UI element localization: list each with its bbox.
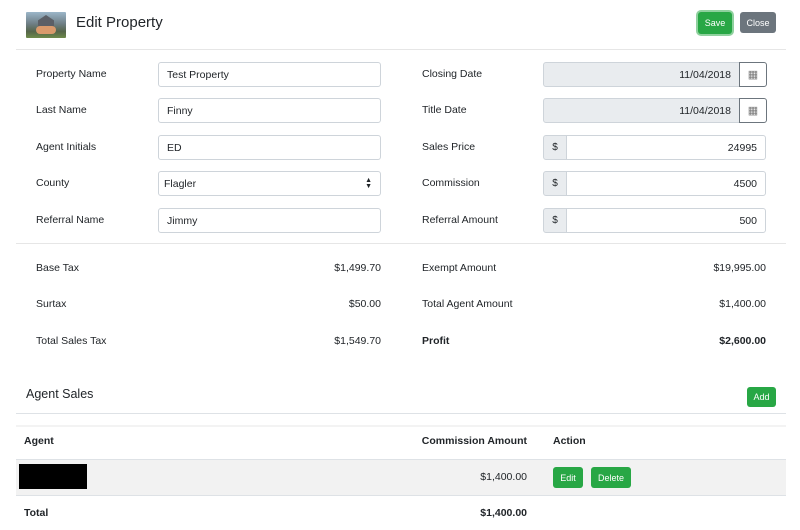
agent-initials-input[interactable]: ED: [158, 135, 381, 160]
total-agent-amount-label: Total Agent Amount: [422, 298, 512, 310]
total-label: Total: [24, 507, 48, 519]
referral-amount-input[interactable]: 500: [566, 208, 766, 233]
total-sales-tax-label: Total Sales Tax: [36, 335, 106, 347]
commission-input[interactable]: 4500: [566, 171, 766, 196]
referral-name-input[interactable]: Jimmy: [158, 208, 381, 233]
total-agent-amount-value: $1,400.00: [719, 298, 766, 310]
edit-button[interactable]: Edit: [553, 467, 583, 488]
property-name-label: Property Name: [36, 68, 107, 80]
county-label: County: [36, 177, 69, 189]
base-tax-label: Base Tax: [36, 262, 79, 274]
profit-value: $2,600.00: [719, 335, 766, 347]
total-value: $1,400.00: [480, 507, 527, 519]
surtax-label: Surtax: [36, 298, 66, 310]
dollar-prefix: $: [543, 208, 567, 233]
calendar-icon[interactable]: ▦: [739, 98, 767, 123]
page-title: Edit Property: [76, 14, 163, 31]
exempt-amount-label: Exempt Amount: [422, 262, 496, 274]
exempt-amount-value: $19,995.00: [713, 262, 766, 274]
county-select[interactable]: Flagler ▲▼: [158, 171, 381, 196]
profit-label: Profit: [422, 335, 449, 347]
divider: [16, 413, 786, 414]
total-sales-tax-value: $1,549.70: [334, 335, 381, 347]
select-arrows-icon: ▲▼: [365, 178, 372, 190]
county-value: Flagler: [164, 178, 196, 190]
table-row: [16, 459, 786, 496]
last-name-label: Last Name: [36, 104, 87, 116]
divider: [16, 49, 786, 50]
property-thumbnail: [26, 12, 66, 38]
property-name-input[interactable]: Test Property: [158, 62, 381, 87]
dollar-prefix: $: [543, 171, 567, 196]
column-header-commission: Commission Amount: [422, 435, 527, 447]
agent-name-redacted: [19, 464, 87, 489]
dollar-prefix: $: [543, 135, 567, 160]
save-button[interactable]: Save: [698, 12, 732, 34]
title-date-input[interactable]: 11/04/2018: [543, 98, 740, 123]
column-header-action: Action: [553, 435, 586, 447]
close-button[interactable]: Close: [740, 12, 776, 33]
column-header-agent: Agent: [24, 435, 54, 447]
referral-amount-label: Referral Amount: [422, 214, 498, 226]
surtax-value: $50.00: [349, 298, 381, 310]
calendar-icon[interactable]: ▦: [739, 62, 767, 87]
agent-initials-label: Agent Initials: [36, 141, 96, 153]
add-agent-sale-button[interactable]: Add: [747, 387, 776, 407]
table-top-border: [16, 425, 786, 427]
title-date-label: Title Date: [422, 104, 467, 116]
referral-name-label: Referral Name: [36, 214, 104, 226]
closing-date-input[interactable]: 11/04/2018: [543, 62, 740, 87]
agent-sales-title: Agent Sales: [26, 387, 93, 401]
commission-label: Commission: [422, 177, 480, 189]
divider: [16, 243, 786, 244]
row-commission: $1,400.00: [480, 471, 527, 483]
base-tax-value: $1,499.70: [334, 262, 381, 274]
sales-price-label: Sales Price: [422, 141, 475, 153]
delete-button[interactable]: Delete: [591, 467, 631, 488]
last-name-input[interactable]: Finny: [158, 98, 381, 123]
closing-date-label: Closing Date: [422, 68, 482, 80]
sales-price-input[interactable]: 24995: [566, 135, 766, 160]
